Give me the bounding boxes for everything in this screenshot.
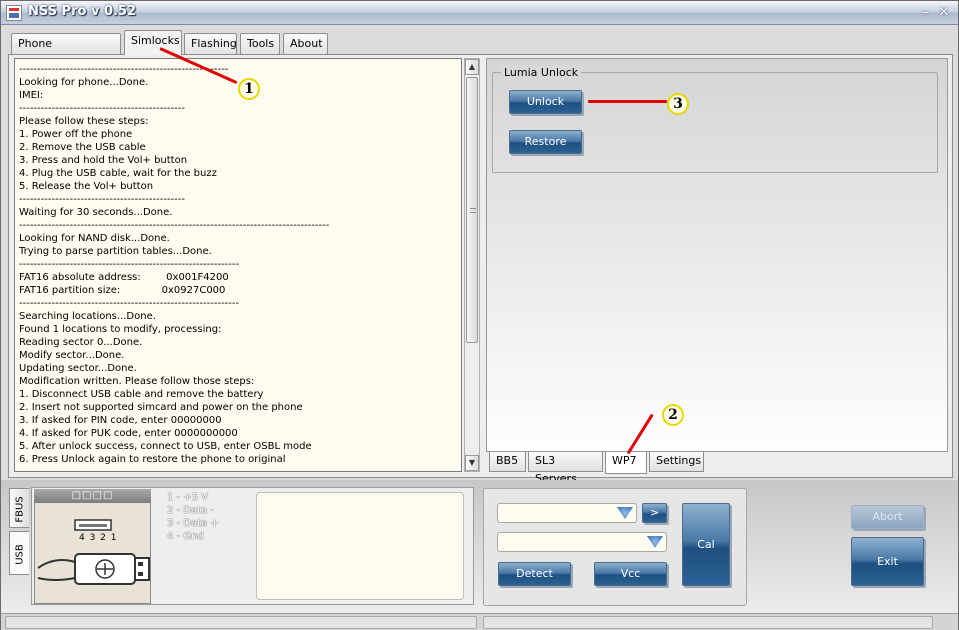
- log-line: 3. If asked for PIN code, enter 00000000: [19, 415, 222, 426]
- log-line: 4. Plug the USB cable, wait for the buzz: [19, 168, 217, 179]
- detect-button[interactable]: Detect: [498, 562, 571, 586]
- unlock-button[interactable]: Unlock: [509, 90, 582, 114]
- log-line: ----------------------------------------…: [19, 103, 185, 114]
- cal-button[interactable]: Cal: [682, 503, 730, 586]
- tab-fbus[interactable]: FBUS: [9, 488, 29, 528]
- annotation-callout-2: 2: [662, 404, 684, 426]
- lumia-unlock-label: Lumia Unlock: [501, 66, 582, 79]
- app-icon: [6, 5, 22, 21]
- usb-header: □□□□: [34, 489, 151, 503]
- log-line: ----------------------------------------…: [19, 298, 240, 309]
- log-line: Please follow these steps:: [19, 116, 149, 127]
- log-line: Trying to parse partition tables...Done.: [19, 246, 212, 257]
- grip-icon: [470, 208, 476, 213]
- log-line: 1. Disconnect USB cable and remove the b…: [19, 389, 264, 400]
- log-line: Reading sector 0...Done.: [19, 337, 143, 348]
- scroll-up-icon[interactable]: ▲: [465, 59, 479, 75]
- pin-line-1: 1 - +5 V: [167, 492, 209, 503]
- usb-connector-image: [34, 489, 151, 604]
- status-bar: [1, 613, 958, 630]
- mode-select[interactable]: [497, 532, 667, 552]
- log-line: ----------------------------------------…: [19, 259, 240, 270]
- usb-plug-icon: [37, 519, 150, 585]
- log-line: Looking for NAND disk...Done.: [19, 233, 170, 244]
- log-line: Updating sector...Done.: [19, 363, 137, 374]
- tab-flashing[interactable]: Flashing: [184, 33, 237, 54]
- log-line: 5. After unlock success, connect to USB,…: [19, 441, 312, 452]
- log-line: Searching locations...Done.: [19, 311, 156, 322]
- tab-sl3-servers[interactable]: SL3 Servers: [528, 452, 603, 485]
- log-scrollbar[interactable]: ▲ ▼: [464, 58, 480, 472]
- lumia-unlock-group: [492, 72, 938, 173]
- pin-line-3: 3 - Data +: [167, 518, 219, 529]
- tab-settings[interactable]: Settings: [649, 452, 704, 472]
- log-line: FAT16 partition size: 0x0927C000: [19, 285, 226, 296]
- log-line: ----------------------------------------…: [19, 220, 330, 231]
- log-line: FAT16 absolute address: 0x001F4200: [19, 272, 229, 283]
- tab-bb5[interactable]: BB5: [489, 452, 526, 472]
- abort-button[interactable]: Abort: [851, 505, 924, 529]
- tab-phone-management[interactable]: Phone Management: [11, 33, 121, 70]
- tab-tools[interactable]: Tools: [240, 33, 280, 54]
- tab-fbus-label: FBUS: [14, 496, 26, 523]
- window-title: NSS Pro v 0.52: [28, 4, 137, 19]
- connector-pin-numbers: 4 3 2 1: [79, 533, 118, 543]
- info-box: [256, 492, 464, 600]
- log-line: 5. Release the Vol+ button: [19, 181, 154, 192]
- log-line: Waiting for 30 seconds...Done.: [19, 207, 173, 218]
- annotation-arrow-3: [588, 100, 667, 103]
- log-line: 4. If asked for PUK code, enter 00000000…: [19, 428, 238, 439]
- tab-about[interactable]: About: [283, 33, 328, 54]
- log-line: Modification written. Please follow thos…: [19, 376, 255, 387]
- pin-line-4: 4 - Gnd: [167, 531, 204, 542]
- status-segment-left: [5, 616, 477, 629]
- log-line: 1. Power off the phone: [19, 129, 133, 140]
- scroll-thumb[interactable]: [466, 77, 478, 343]
- pin-line-2: 2 - Data -: [167, 505, 214, 516]
- log-line: 6. Press Unlock again to restore the pho…: [19, 454, 286, 465]
- log-line: 2. Remove the USB cable: [19, 142, 146, 153]
- app-window: NSS Pro v 0.52 – ✕ Phone Management Siml…: [0, 0, 959, 630]
- log-output[interactable]: ----------------------------------------…: [14, 58, 462, 472]
- dropdown-arrow-icon: [647, 536, 663, 548]
- dropdown-arrow-icon: [617, 507, 633, 519]
- log-line: ----------------------------------------…: [19, 194, 185, 205]
- vcc-button[interactable]: Vcc: [594, 562, 667, 586]
- annotation-callout-3: 3: [667, 93, 689, 115]
- arrow-button[interactable]: >: [642, 503, 667, 523]
- log-line: Found 1 locations to modify, processing:: [19, 324, 222, 335]
- restore-button[interactable]: Restore: [509, 130, 582, 154]
- tab-usb[interactable]: USB: [9, 531, 29, 575]
- tab-usb-label: USB: [14, 544, 26, 565]
- log-line: 2. Insert not supported simcard and powe…: [19, 402, 303, 413]
- tab-wp7[interactable]: WP7: [605, 452, 647, 474]
- annotation-callout-1: 1: [238, 78, 260, 100]
- tab-simlocks[interactable]: Simlocks: [124, 30, 182, 55]
- log-line: ----------------------------------------…: [19, 64, 229, 75]
- close-button[interactable]: ✕: [935, 4, 953, 21]
- log-line: 3. Press and hold the Vol+ button: [19, 155, 188, 166]
- log-line: Modify sector...Done.: [19, 350, 125, 361]
- port-select[interactable]: [497, 503, 637, 523]
- exit-button[interactable]: Exit: [851, 537, 924, 586]
- scroll-down-icon[interactable]: ▼: [465, 455, 479, 471]
- status-segment-right: [483, 616, 933, 629]
- title-bar[interactable]: NSS Pro v 0.52 – ✕: [1, 1, 958, 25]
- minimize-button[interactable]: –: [916, 4, 934, 21]
